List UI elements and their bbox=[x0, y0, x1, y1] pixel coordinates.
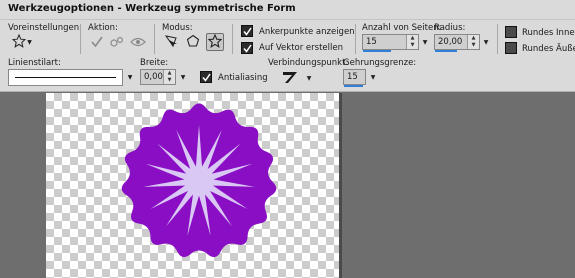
tool-options-titlebar: Werkzeugoptionen - Werkzeug symmetrische… bbox=[0, 0, 575, 20]
divider bbox=[232, 24, 233, 54]
line-style-label: Linienstilart: bbox=[8, 58, 61, 68]
antialiasing-label: Antialiasing bbox=[218, 73, 268, 83]
sides-slider-fill bbox=[363, 50, 391, 52]
star-preset-icon bbox=[11, 33, 27, 51]
vertex-pointer-icon bbox=[164, 34, 178, 51]
divider bbox=[355, 24, 356, 54]
antialiasing-checkbox[interactable] bbox=[200, 71, 212, 83]
divider bbox=[154, 24, 155, 54]
round-inner-label: Rundes Inneres bbox=[522, 28, 575, 38]
mode-polygon-button[interactable] bbox=[184, 33, 202, 51]
mode-star-button[interactable] bbox=[206, 33, 224, 51]
sides-stepper[interactable]: ▲ ▼ bbox=[406, 35, 418, 49]
radius-stepper[interactable]: ▲ ▼ bbox=[467, 35, 479, 49]
miter-input[interactable]: 15 bbox=[343, 69, 366, 87]
tool-options-panel: Voreinstellungen: ▼ Aktion: Modus: Anker… bbox=[0, 20, 575, 92]
width-label: Breite: bbox=[140, 58, 169, 68]
eye-icon[interactable] bbox=[130, 35, 146, 49]
join-dropdown-arrow[interactable]: ▼ bbox=[304, 71, 314, 85]
divider bbox=[80, 24, 81, 54]
mode-label: Modus: bbox=[162, 23, 193, 33]
window-title: Werkzeugoptionen - Werkzeug symmetrische… bbox=[8, 3, 296, 14]
checkmark-icon bbox=[242, 44, 252, 53]
sides-value: 15 bbox=[366, 37, 377, 47]
line-style-dropdown-arrow[interactable]: ▼ bbox=[125, 69, 135, 86]
sides-dropdown-arrow[interactable]: ▼ bbox=[420, 35, 430, 49]
round-outer-label: Rundes Äußeres bbox=[522, 44, 575, 54]
radius-dropdown-arrow[interactable]: ▼ bbox=[481, 35, 491, 49]
presets-picker[interactable]: ▼ bbox=[10, 33, 34, 51]
width-stepper[interactable]: ▲ ▼ bbox=[163, 70, 175, 84]
miter-value: 15 bbox=[347, 72, 358, 82]
nodes-icon[interactable] bbox=[110, 35, 124, 49]
line-style-select[interactable] bbox=[8, 69, 123, 86]
mode-vertex-button[interactable] bbox=[162, 33, 180, 51]
star-icon bbox=[207, 33, 223, 51]
shape-center bbox=[188, 170, 210, 192]
canvas-workspace bbox=[0, 93, 575, 278]
width-dropdown-arrow[interactable]: ▼ bbox=[178, 70, 188, 84]
action-label: Aktion: bbox=[88, 23, 118, 33]
checkmark-icon bbox=[242, 27, 252, 36]
radius-slider-fill bbox=[435, 50, 457, 52]
sides-input[interactable]: 15 ▲ ▼ bbox=[362, 34, 419, 52]
checkmark-icon bbox=[201, 73, 211, 82]
radius-value: 20,00 bbox=[438, 37, 463, 47]
join-label: Verbindungspunkt: bbox=[268, 58, 349, 68]
presets-label: Voreinstellungen: bbox=[8, 23, 83, 33]
miter-join-icon bbox=[282, 70, 298, 87]
pentagon-icon bbox=[186, 34, 200, 51]
canvas-edge-shadow bbox=[339, 93, 342, 278]
miter-label: Gehrungsgrenze: bbox=[343, 58, 417, 68]
show-anchor-points-checkbox[interactable] bbox=[241, 25, 253, 37]
create-on-vector-label: Auf Vektor erstellen bbox=[259, 43, 343, 53]
join-style-picker[interactable] bbox=[280, 70, 300, 86]
show-anchor-points-label: Ankerpunkte anzeigen bbox=[259, 27, 355, 37]
chevron-down-icon: ▼ bbox=[27, 38, 32, 46]
width-input[interactable]: 0,00 ▲ ▼ bbox=[140, 69, 176, 85]
sides-label: Anzahl von Seiten: bbox=[362, 23, 442, 33]
symmetric-shape[interactable] bbox=[46, 93, 339, 278]
solid-line-preview bbox=[15, 77, 116, 78]
width-value: 0,00 bbox=[144, 72, 163, 82]
radius-label: Radius: bbox=[434, 23, 466, 33]
miter-slider-fill bbox=[344, 85, 363, 87]
round-inner-checkbox[interactable] bbox=[505, 26, 517, 38]
radius-input[interactable]: 20,00 ▲ ▼ bbox=[434, 34, 480, 52]
document-canvas[interactable] bbox=[46, 93, 339, 278]
apply-check-icon[interactable] bbox=[90, 35, 104, 49]
divider bbox=[497, 24, 498, 54]
create-on-vector-checkbox[interactable] bbox=[241, 42, 253, 54]
round-outer-checkbox[interactable] bbox=[505, 42, 517, 54]
miter-dropdown-arrow[interactable]: ▼ bbox=[368, 70, 378, 84]
